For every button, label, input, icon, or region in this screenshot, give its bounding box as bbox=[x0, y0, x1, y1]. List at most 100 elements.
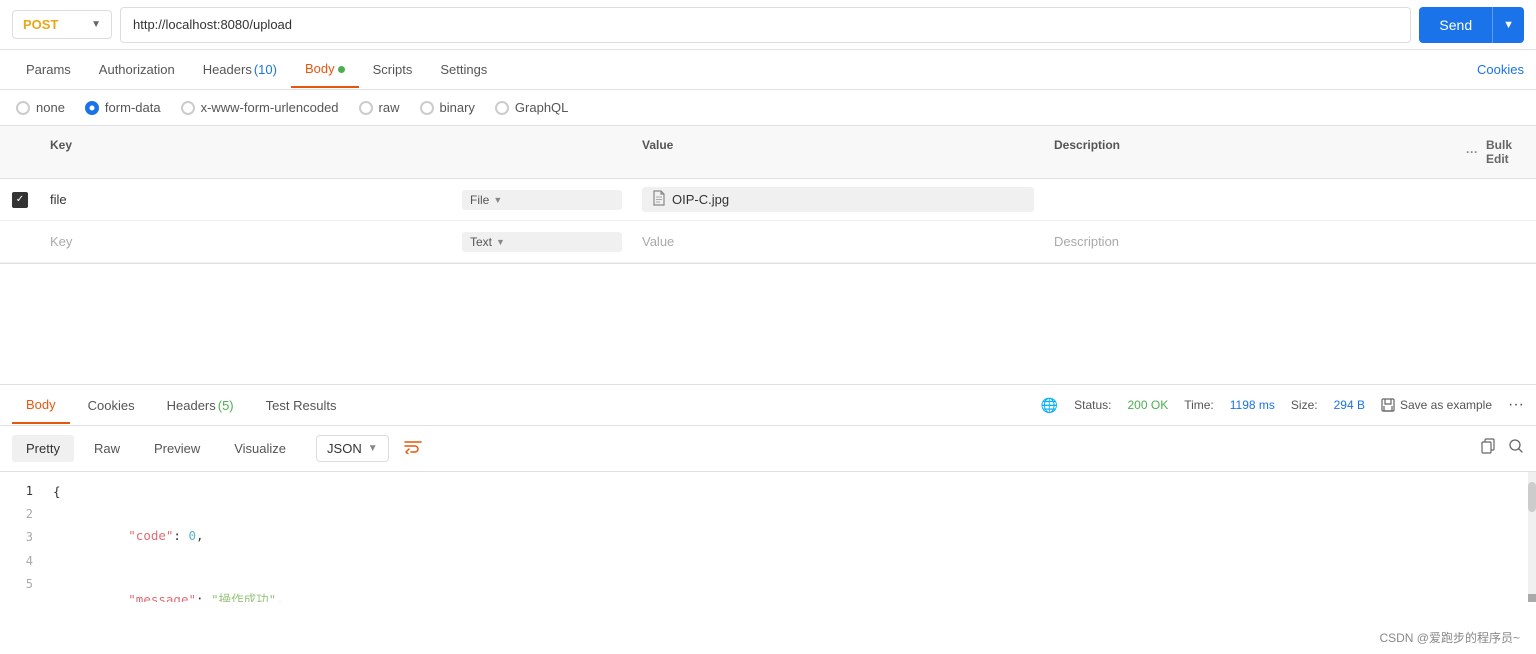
bulk-edit-label[interactable]: Bulk Edit bbox=[1486, 138, 1526, 166]
response-tabs: Body Cookies Headers(5) Test Results 🌐 S… bbox=[0, 384, 1536, 426]
empty-type-chevron-icon: ▼ bbox=[496, 237, 505, 247]
line-num-1: 1 bbox=[0, 480, 45, 503]
request-tabs: Params Authorization Headers(10) Body Sc… bbox=[0, 50, 1536, 90]
radio-circle-binary bbox=[420, 101, 434, 115]
radio-circle-raw bbox=[359, 101, 373, 115]
th-value: Value bbox=[632, 132, 1044, 172]
body-type-row: none form-data x-www-form-urlencoded raw… bbox=[0, 90, 1536, 126]
method-selector[interactable]: POST ▼ bbox=[12, 10, 112, 39]
method-label: POST bbox=[23, 17, 58, 32]
row-value-cell: OIP-C.jpg bbox=[632, 181, 1044, 218]
line-num-2: 2 bbox=[0, 503, 45, 526]
form-data-table: Key Value Description ··· Bulk Edit ✓ Fi… bbox=[0, 126, 1536, 264]
send-label: Send bbox=[1419, 9, 1492, 41]
empty-type-cell: Text ▼ bbox=[452, 226, 632, 258]
wrap-icon[interactable] bbox=[395, 434, 431, 463]
tab-body[interactable]: Body bbox=[291, 51, 359, 88]
row-action-cell bbox=[1456, 194, 1536, 206]
row-checkbox-cell: ✓ bbox=[0, 186, 40, 214]
row-checkbox[interactable]: ✓ bbox=[12, 192, 28, 208]
cookies-link[interactable]: Cookies bbox=[1477, 62, 1524, 77]
fmt-tab-pretty[interactable]: Pretty bbox=[12, 435, 74, 462]
radio-binary[interactable]: binary bbox=[420, 100, 475, 115]
fmt-tab-preview[interactable]: Preview bbox=[140, 435, 214, 462]
row-key-input[interactable] bbox=[50, 192, 442, 207]
top-bar: POST ▼ Send ▼ bbox=[0, 0, 1536, 50]
line-numbers: 1 2 3 4 5 bbox=[0, 472, 45, 602]
empty-desc-input[interactable] bbox=[1054, 234, 1446, 249]
tab-headers[interactable]: Headers(10) bbox=[189, 52, 291, 87]
code-line-1: { bbox=[45, 480, 1536, 504]
empty-value-input[interactable] bbox=[642, 234, 1034, 249]
empty-action-cell bbox=[1456, 236, 1536, 248]
radio-circle-form-data bbox=[85, 101, 99, 115]
code-line-2: "code": 0, bbox=[45, 504, 1536, 568]
resp-tab-body[interactable]: Body bbox=[12, 387, 70, 424]
scrollbar-end-marker bbox=[1528, 594, 1536, 602]
search-response-icon[interactable] bbox=[1508, 438, 1524, 459]
resp-tab-test-results[interactable]: Test Results bbox=[252, 388, 351, 423]
line-num-5: 5 bbox=[0, 573, 45, 596]
empty-type-select[interactable]: Text ▼ bbox=[462, 232, 622, 252]
file-value-display: OIP-C.jpg bbox=[642, 187, 1034, 212]
save-example-button[interactable]: Save as example bbox=[1381, 398, 1492, 412]
resp-tab-cookies[interactable]: Cookies bbox=[74, 388, 149, 423]
tab-authorization[interactable]: Authorization bbox=[85, 52, 189, 87]
save-icon bbox=[1381, 398, 1395, 412]
table-header-row: Key Value Description ··· Bulk Edit bbox=[0, 126, 1536, 179]
type-chevron-icon: ▼ bbox=[493, 195, 502, 205]
empty-desc-cell bbox=[1044, 228, 1456, 255]
send-arrow-icon[interactable]: ▼ bbox=[1493, 11, 1524, 39]
th-actions: ··· Bulk Edit bbox=[1456, 132, 1536, 172]
empty-key-cell bbox=[40, 228, 452, 255]
status-bar: 🌐 Status: 200 OK Time: 1198 ms Size: 294… bbox=[1041, 396, 1524, 414]
format-bar: Pretty Raw Preview Visualize JSON ▼ bbox=[0, 426, 1536, 472]
radio-circle-none bbox=[16, 101, 30, 115]
send-button[interactable]: Send ▼ bbox=[1419, 7, 1524, 43]
radio-none[interactable]: none bbox=[16, 100, 65, 115]
format-type-select[interactable]: JSON ▼ bbox=[316, 435, 389, 462]
empty-value-cell bbox=[632, 228, 1044, 255]
tab-params[interactable]: Params bbox=[12, 52, 85, 87]
row-desc-input[interactable] bbox=[1054, 192, 1446, 207]
url-input[interactable] bbox=[120, 7, 1411, 43]
th-key: Key bbox=[40, 132, 452, 172]
row-type-cell: File ▼ bbox=[452, 184, 632, 216]
body-active-dot bbox=[338, 66, 345, 73]
resp-tab-headers[interactable]: Headers(5) bbox=[153, 388, 248, 423]
more-options-icon[interactable]: ··· bbox=[1508, 396, 1524, 414]
file-name: OIP-C.jpg bbox=[672, 192, 729, 207]
file-icon bbox=[652, 190, 666, 209]
fmt-tab-visualize[interactable]: Visualize bbox=[220, 435, 300, 462]
radio-form-data[interactable]: form-data bbox=[85, 100, 161, 115]
scrollbar-thumb[interactable] bbox=[1528, 482, 1536, 512]
method-chevron-icon: ▼ bbox=[91, 19, 101, 30]
globe-icon: 🌐 bbox=[1041, 397, 1058, 414]
radio-graphql[interactable]: GraphQL bbox=[495, 100, 568, 115]
row-desc-cell bbox=[1044, 186, 1456, 213]
tab-scripts[interactable]: Scripts bbox=[359, 52, 427, 87]
line-num-3: 3 bbox=[0, 526, 45, 549]
watermark: CSDN @爱跑步的程序员~ bbox=[1379, 629, 1520, 646]
radio-circle-urlencoded bbox=[181, 101, 195, 115]
th-description: Description bbox=[1044, 132, 1456, 172]
fmt-tab-raw[interactable]: Raw bbox=[80, 435, 134, 462]
empty-checkbox-cell bbox=[0, 236, 40, 248]
row-type-select[interactable]: File ▼ bbox=[462, 190, 622, 210]
empty-key-input[interactable] bbox=[50, 234, 442, 249]
empty-space bbox=[0, 264, 1536, 384]
table-row: ✓ File ▼ OIP-C.jpg bbox=[0, 179, 1536, 221]
bulk-edit-dots[interactable]: ··· bbox=[1466, 145, 1478, 159]
row-key-cell bbox=[40, 186, 452, 213]
copy-icon[interactable] bbox=[1480, 438, 1496, 459]
format-type-chevron-icon: ▼ bbox=[368, 443, 378, 454]
vertical-scrollbar[interactable] bbox=[1528, 472, 1536, 602]
radio-urlencoded[interactable]: x-www-form-urlencoded bbox=[181, 100, 339, 115]
radio-raw[interactable]: raw bbox=[359, 100, 400, 115]
check-icon: ✓ bbox=[16, 194, 24, 205]
code-content: { "code": 0, "message": "操作成功", "data": … bbox=[45, 472, 1536, 602]
code-line-3: "message": "操作成功", bbox=[45, 568, 1536, 602]
th-checkbox bbox=[0, 132, 40, 172]
radio-circle-graphql bbox=[495, 101, 509, 115]
tab-settings[interactable]: Settings bbox=[426, 52, 501, 87]
